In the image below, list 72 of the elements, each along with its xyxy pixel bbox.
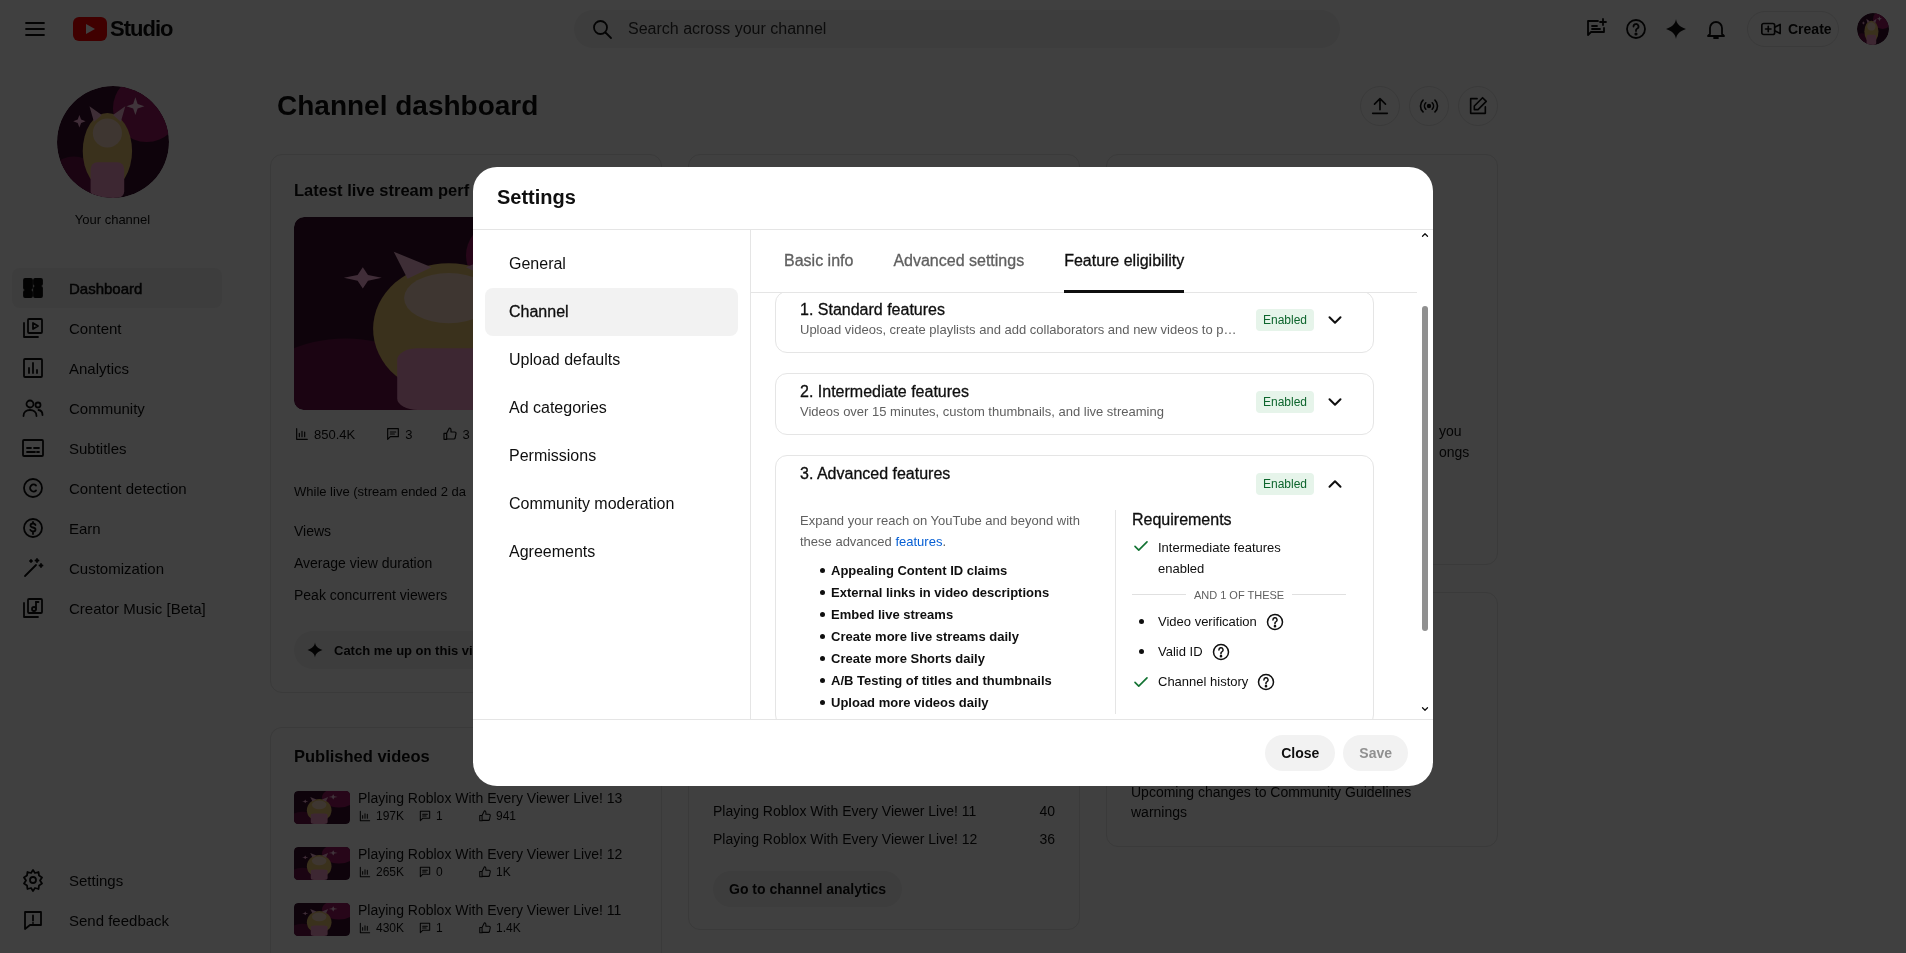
benefit-item: External links in video descriptions [831,583,1050,602]
comment-count: 1 [436,809,443,823]
metric-label: Views [294,522,332,541]
settings-nav-item[interactable]: Permissions [485,431,738,480]
benefit-item: Appealing Content ID claims [831,561,1008,580]
view-count: 197K [376,809,405,823]
settings-nav-item[interactable]: General [485,239,738,288]
benefit-item: Embed live streams [831,605,954,624]
feature-title: 3. Advanced features [800,463,952,484]
video-title[interactable]: Playing Roblox With Every Viewer Live! 11 [358,901,622,919]
help-icon[interactable] [1264,611,1285,632]
dialog-button[interactable]: Close [1265,734,1336,771]
bullet-icon [820,634,825,639]
feature-intro: Expand your reach on YouTube and beyond with these advanced features. [800,511,1081,551]
benefit-item: A/B Testing of titles and thumbnails [831,671,1052,690]
like-count: 1K [496,865,511,879]
card-title: Published videos [294,746,430,767]
benefit-item: Create more Shorts daily [831,649,985,668]
tab[interactable]: Advanced settings [893,229,1025,293]
page-title: Channel dashboard [277,90,539,122]
like-count: 941 [496,809,517,823]
requirement-label: Intermediate features enabled [1158,538,1282,578]
requirements-title: Requirements [1132,509,1233,530]
card-title: Latest live stream perf [294,180,470,201]
feature-title: 1. Standard features [800,299,946,320]
bullet-icon [820,678,825,683]
view-count: 265K [376,865,405,879]
settings-nav-item[interactable]: Ad categories [485,383,738,432]
dialog-title: Settings [497,186,576,209]
requirement-label: Video verification [1158,613,1257,631]
period-label: While live (stream ended 2 da [294,484,467,499]
bullet-icon [820,700,825,705]
help-icon[interactable] [1256,671,1277,692]
benefit-item: Upload more videos daily [831,693,989,712]
view-count: 430K [376,921,405,935]
video-title[interactable]: Playing Roblox With Every Viewer Live! 13 [358,789,623,807]
status-badge: Enabled [1255,472,1314,495]
metric-value: 36 [1039,830,1055,849]
settings-nav-item[interactable]: Upload defaults [485,335,738,384]
bullet-icon [820,656,825,661]
stat-value: 3 [405,426,413,442]
comment-count: 0 [436,865,443,879]
like-count: 1.4K [496,921,521,935]
divider-label: AND 1 OF THESE [1193,588,1285,601]
metric-label: Peak concurrent viewers [294,586,448,605]
feature-description: Videos over 15 minutes, custom thumbnails, and live streaming [800,402,1165,421]
comment-count: 1 [436,921,443,935]
feature-description: Upload videos, create playlists and add collaborators and new videos to p… [800,320,1238,339]
stat-value: 850.4K [314,426,356,442]
status-badge: Enabled [1255,308,1314,331]
metric-label: Average view duration [294,554,433,573]
bullet-icon [820,612,825,617]
settings-nav-item[interactable]: Channel [485,287,738,336]
requirement-label: Channel history [1158,673,1249,691]
settings-nav-item[interactable]: Agreements [485,527,738,576]
scrollbar-thumb[interactable] [1422,305,1428,631]
bullet-icon [820,590,825,595]
text-fragment: you [1439,422,1463,441]
status-badge: Enabled [1255,390,1314,413]
channel-label[interactable]: Your channel [74,212,151,228]
tab[interactable]: Basic info [784,229,854,293]
requirement-label: Valid ID [1158,643,1203,661]
video-title[interactable]: Playing Roblox With Every Viewer Live! 12 [358,845,623,863]
settings-nav-item[interactable]: Community moderation [485,479,738,528]
metric-value: 40 [1039,802,1055,821]
tab[interactable]: Feature eligibility [1064,229,1185,293]
benefit-item: Create more live streams daily [831,627,1019,646]
text-fragment: ongs [1439,443,1471,462]
stat-value: 3 [462,426,470,442]
bullet-icon [820,568,825,573]
feature-title: 2. Intermediate features [800,381,970,402]
help-icon[interactable] [1210,641,1231,662]
